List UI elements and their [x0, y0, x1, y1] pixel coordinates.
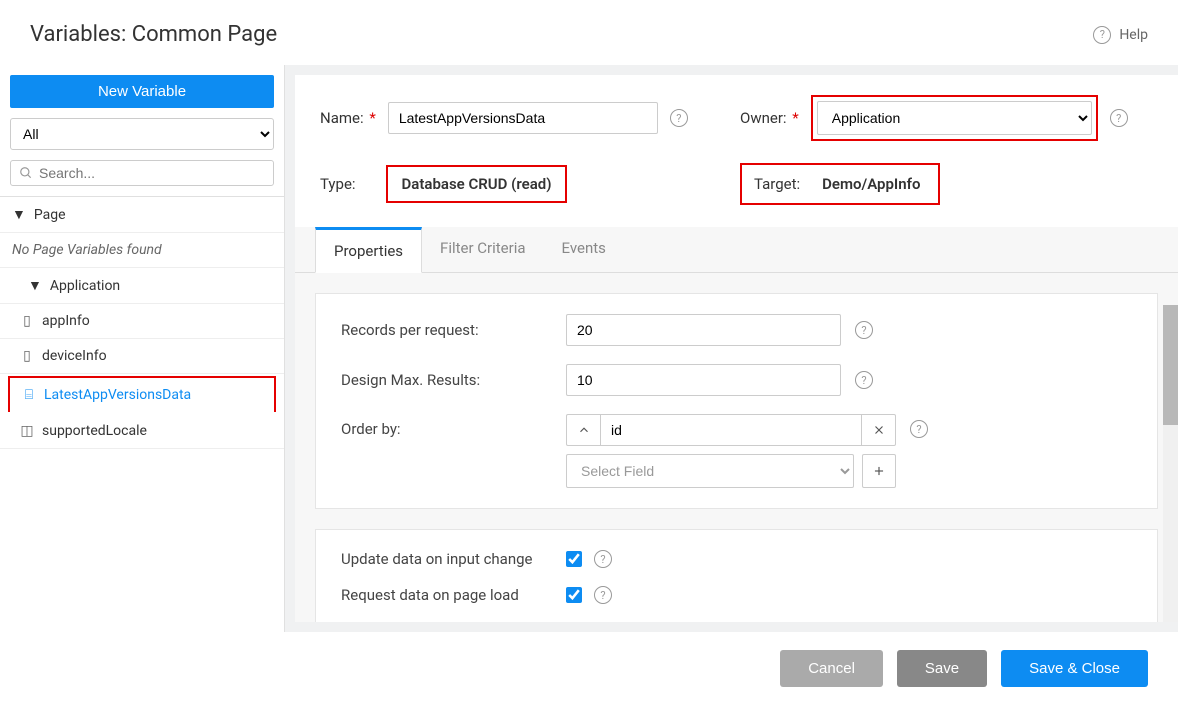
sort-direction-button[interactable]: [567, 415, 601, 445]
help-icon[interactable]: ?: [855, 371, 873, 389]
name-label: Name: *: [320, 109, 376, 127]
search-icon: [19, 166, 33, 180]
tab-properties[interactable]: Properties: [315, 227, 422, 273]
help-icon[interactable]: ?: [1110, 109, 1128, 127]
scrollbar[interactable]: [1163, 305, 1178, 622]
owner-label: Owner: *: [740, 109, 799, 127]
clear-order-button[interactable]: [861, 415, 895, 445]
tree-label: Page: [34, 207, 66, 223]
variable-icon: ◫: [20, 423, 34, 439]
sidebar-item-deviceinfo[interactable]: ▯ deviceInfo: [0, 339, 284, 374]
help-icon[interactable]: ?: [910, 420, 928, 438]
select-field-dropdown[interactable]: Select Field: [566, 454, 854, 488]
tabs: Properties Filter Criteria Events: [295, 227, 1178, 273]
sidebar-item-label: LatestAppVersionsData: [44, 387, 191, 403]
plus-icon: [872, 464, 886, 478]
help-link[interactable]: ? Help: [1093, 26, 1148, 44]
caret-down-icon: ▼: [28, 277, 42, 294]
order-by-label: Order by:: [341, 414, 566, 438]
help-icon[interactable]: ?: [594, 586, 612, 604]
type-value: Database CRUD (read): [386, 165, 568, 203]
tree-label: Application: [50, 278, 120, 294]
scrollbar-thumb[interactable]: [1163, 305, 1178, 425]
records-per-request-input[interactable]: [566, 314, 841, 346]
sidebar-item-latestappversionsdata[interactable]: ⌸ LatestAppVersionsData: [8, 376, 276, 412]
update-on-change-label: Update data on input change: [341, 550, 566, 568]
close-icon: [872, 423, 886, 437]
search-input[interactable]: [39, 165, 265, 181]
variable-icon: ▯: [20, 348, 34, 364]
chevron-up-icon: [577, 423, 591, 437]
tab-filter-criteria[interactable]: Filter Criteria: [422, 227, 544, 272]
no-page-vars-text: No Page Variables found: [0, 233, 284, 268]
sidebar-item-label: supportedLocale: [42, 423, 147, 439]
records-per-request-label: Records per request:: [341, 321, 566, 339]
help-icon[interactable]: ?: [594, 550, 612, 568]
caret-down-icon: ▼: [12, 206, 26, 223]
help-icon: ?: [1093, 26, 1111, 44]
sidebar-item-appinfo[interactable]: ▯ appInfo: [0, 304, 284, 339]
order-by-field-input[interactable]: [601, 415, 861, 445]
request-on-load-label: Request data on page load: [341, 586, 566, 604]
search-input-wrap[interactable]: [10, 160, 274, 186]
tree-group-page[interactable]: ▼ Page: [0, 197, 284, 233]
tab-events[interactable]: Events: [544, 227, 624, 272]
design-max-input[interactable]: [566, 364, 841, 396]
sidebar-item-label: appInfo: [42, 313, 90, 329]
sidebar-item-supportedlocale[interactable]: ◫ supportedLocale: [0, 414, 284, 449]
target-label: Target:: [746, 169, 808, 199]
sidebar: New Variable All ▼ Page No Page Variable…: [0, 65, 285, 632]
save-button[interactable]: Save: [897, 650, 987, 687]
help-icon[interactable]: ?: [670, 109, 688, 127]
update-on-change-checkbox[interactable]: [566, 551, 582, 567]
footer: Cancel Save Save & Close: [0, 632, 1178, 705]
name-input[interactable]: [388, 102, 658, 134]
help-icon[interactable]: ?: [855, 321, 873, 339]
type-label: Type:: [320, 175, 356, 193]
variable-icon: ▯: [20, 313, 34, 329]
design-max-label: Design Max. Results:: [341, 371, 566, 389]
sidebar-item-label: deviceInfo: [42, 348, 107, 364]
save-close-button[interactable]: Save & Close: [1001, 650, 1148, 687]
help-label: Help: [1119, 27, 1148, 43]
page-title: Variables: Common Page: [30, 22, 277, 47]
request-on-load-checkbox[interactable]: [566, 587, 582, 603]
new-variable-button[interactable]: New Variable: [10, 75, 274, 108]
owner-select[interactable]: Application: [817, 101, 1092, 135]
main-panel: Name: * ? Owner: * Application ?: [295, 75, 1178, 622]
cancel-button[interactable]: Cancel: [780, 650, 883, 687]
target-value: Demo/AppInfo: [808, 167, 934, 201]
database-icon: ⌸: [22, 387, 36, 403]
filter-select[interactable]: All: [10, 118, 274, 150]
add-order-field-button[interactable]: [862, 454, 896, 488]
tree-group-application[interactable]: ▼ Application: [0, 268, 284, 304]
